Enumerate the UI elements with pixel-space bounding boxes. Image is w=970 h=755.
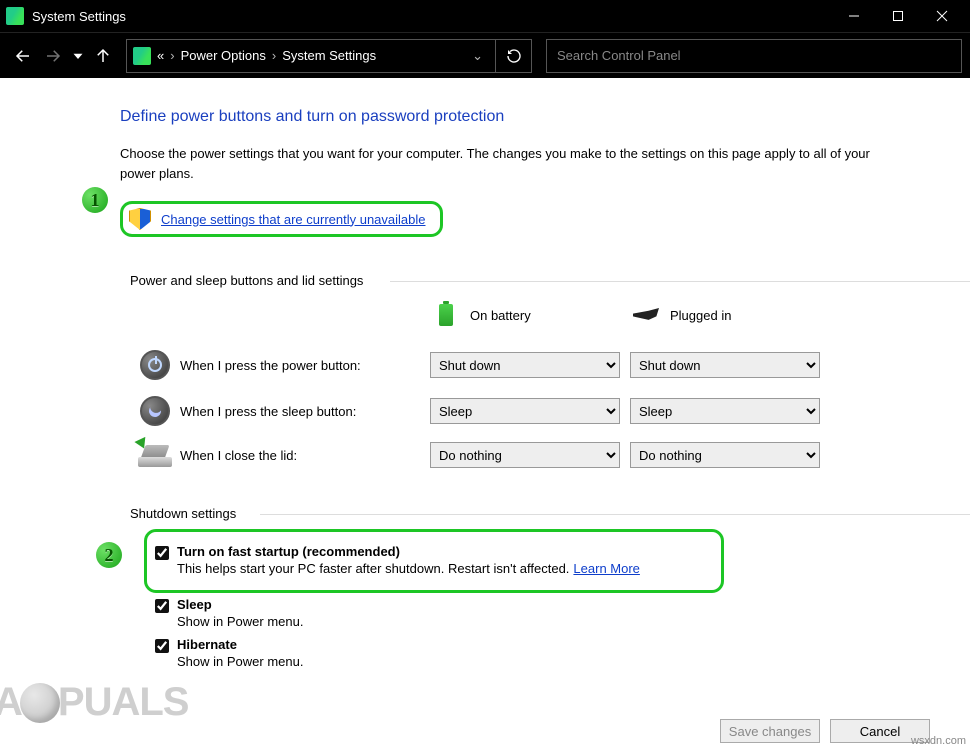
save-changes-button: Save changes [720,719,820,743]
lid-battery-select[interactable]: Do nothing [430,442,620,468]
battery-icon [439,304,453,326]
plug-icon [633,308,659,322]
search-input[interactable]: Search Control Panel [546,39,962,73]
column-label: On battery [470,308,531,323]
fast-startup-title: Turn on fast startup (recommended) [177,544,640,559]
row-label: When I close the lid: [180,448,430,463]
row-label: When I press the power button: [180,358,430,373]
nav-up-button[interactable] [88,41,118,71]
row-close-lid: When I close the lid: Do nothing Do noth… [130,434,850,476]
hibernate-menu-checkbox[interactable] [155,639,169,653]
sleep-menu-checkbox[interactable] [155,599,169,613]
row-sleep-button: When I press the sleep button: Sleep Sle… [130,388,850,434]
lid-plugged-select[interactable]: Do nothing [630,442,820,468]
column-label: Plugged in [670,308,731,323]
breadcrumb-lead: « [157,48,164,63]
breadcrumb-item[interactable]: Power Options [181,48,266,63]
chevron-right-icon: › [170,48,174,63]
fast-startup-highlight: Turn on fast startup (recommended) This … [144,529,724,593]
hibernate-option-title: Hibernate [177,637,303,652]
refresh-button[interactable] [496,39,532,73]
row-label: When I press the sleep button: [180,404,430,419]
recent-locations-dropdown[interactable] [68,41,88,71]
chevron-down-icon[interactable]: ⌄ [472,48,483,64]
hibernate-option-desc: Show in Power menu. [177,654,303,669]
app-icon [6,7,24,25]
annotation-callout-1: 1 [82,187,108,213]
source-credit: wsxdn.com [911,735,966,747]
titlebar: System Settings [0,0,970,32]
navbar: « › Power Options › System Settings ⌄ Se… [0,32,970,78]
annotation-callout-2: 2 [96,542,122,568]
maximize-button[interactable] [876,0,920,32]
page-heading: Define power buttons and turn on passwor… [120,108,970,126]
change-settings-link[interactable]: Change settings that are currently unava… [161,212,426,227]
fast-startup-checkbox[interactable] [155,546,169,560]
sleep-option-title: Sleep [177,597,303,612]
lid-icon [138,443,172,467]
sleep-option-desc: Show in Power menu. [177,614,303,629]
row-power-button: When I press the power button: Shut down… [130,342,850,388]
appuals-watermark: APUALS [0,680,188,725]
fast-startup-desc: This helps start your PC faster after sh… [177,561,640,576]
close-button[interactable] [920,0,964,32]
chevron-right-icon: › [272,48,276,63]
power-battery-select[interactable]: Shut down [430,352,620,378]
sleep-battery-select[interactable]: Sleep [430,398,620,424]
globe-icon [20,683,60,723]
change-settings-link-wrap: Change settings that are currently unava… [120,201,443,237]
breadcrumb-item[interactable]: System Settings [282,48,376,63]
shield-icon [129,208,151,230]
breadcrumb[interactable]: « › Power Options › System Settings ⌄ [126,39,496,73]
power-plugged-select[interactable]: Shut down [630,352,820,378]
power-button-icon [140,350,170,380]
column-on-battery: On battery [430,296,630,342]
learn-more-link[interactable]: Learn More [573,561,639,576]
nav-back-button[interactable] [8,41,38,71]
page-description: Choose the power settings that you want … [120,144,880,183]
nav-forward-button[interactable] [38,41,68,71]
column-plugged-in: Plugged in [630,296,830,342]
search-placeholder: Search Control Panel [557,48,681,63]
sleep-button-icon [140,396,170,426]
path-icon [133,47,151,65]
sleep-plugged-select[interactable]: Sleep [630,398,820,424]
window-title: System Settings [32,9,126,24]
section-title: Power and sleep buttons and lid settings [130,273,970,288]
section-title: Shutdown settings [130,506,970,521]
minimize-button[interactable] [832,0,876,32]
